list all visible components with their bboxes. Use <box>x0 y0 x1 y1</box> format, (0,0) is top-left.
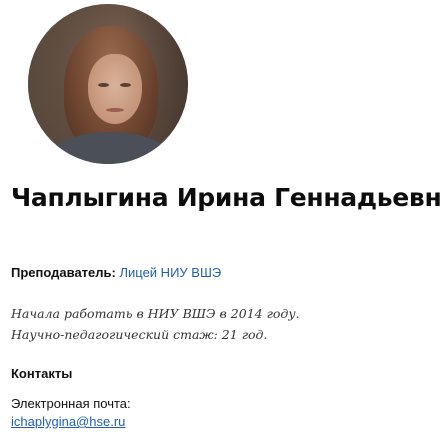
contacts-heading: Контакты <box>11 366 73 381</box>
email-line: ichaplygina@hse.ru <box>11 414 125 429</box>
role-link[interactable]: Лицей НИУ ВШЭ <box>119 265 221 280</box>
role-label: Преподаватель: <box>11 265 116 280</box>
bio-start-year: Начала работать в НИУ ВШЭ в 2014 году. <box>11 306 300 321</box>
profile-photo <box>28 4 188 164</box>
email-link[interactable]: ichaplygina@hse.ru <box>11 414 125 429</box>
email-label: Электронная почта: <box>11 396 131 411</box>
role-line: Преподаватель: Лицей НИУ ВШЭ <box>11 265 221 280</box>
person-name: Чаплыгина Ирина Геннадьевна <box>11 183 441 212</box>
photo-face <box>88 54 142 124</box>
bio-experience: Научно-педагогический стаж: 21 год. <box>11 327 268 342</box>
photo-mouth <box>106 108 124 112</box>
photo-eye-right <box>120 83 131 87</box>
photo-eye-left <box>98 83 109 87</box>
